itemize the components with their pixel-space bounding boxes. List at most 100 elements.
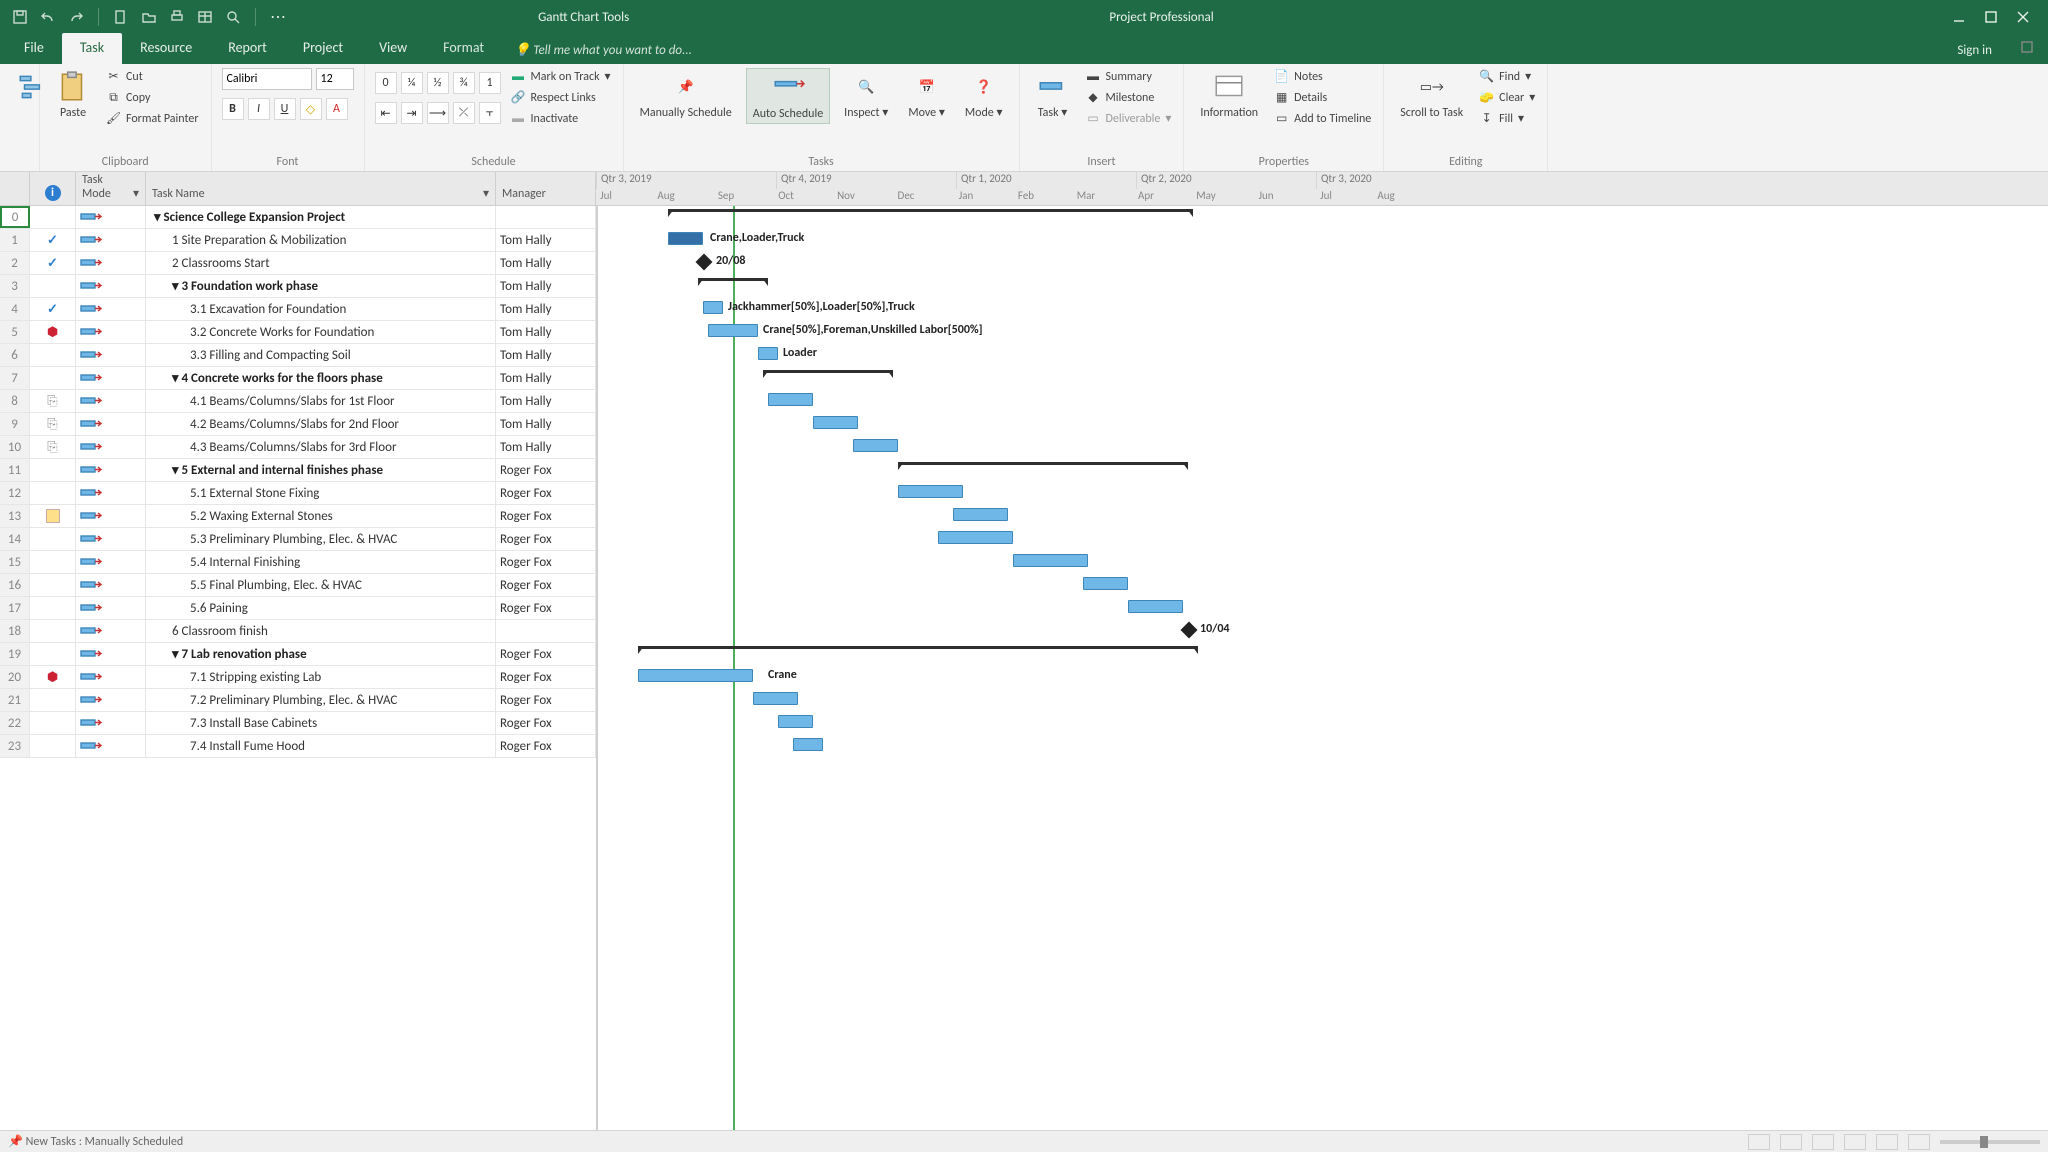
table-row[interactable]: 8⎘4.1 Beams/Columns/Slabs for 1st FloorT… [0,390,596,413]
task-bar[interactable] [898,485,963,498]
format-painter-button[interactable]: 🖌Format Painter [104,110,201,127]
task-bar[interactable] [703,301,723,314]
zoom-slider[interactable] [1940,1140,2040,1144]
summary-bar[interactable] [763,370,893,378]
view-usage-icon[interactable] [1780,1134,1802,1150]
task-bar[interactable] [793,738,823,751]
task-bar[interactable] [1013,554,1088,567]
bgcolor-button[interactable]: ◇ [300,98,322,120]
move-button[interactable]: 📅Move ▾ [902,68,951,122]
close-icon[interactable] [2016,10,2030,24]
pct25-button[interactable]: ¼ [401,72,423,94]
inspect-button[interactable]: 🔍Inspect ▾ [838,68,894,122]
unlink-tasks-button[interactable]: ⤫ [453,102,475,124]
table-row[interactable]: 227.3 Install Base CabinetsRoger Fox [0,712,596,735]
mode-header[interactable]: Task Mode ▾ [76,172,146,205]
task-bar[interactable] [668,232,703,245]
task-bar[interactable] [768,393,813,406]
table-row[interactable]: 175.6 PainingRoger Fox [0,597,596,620]
redo-icon[interactable] [68,9,84,25]
copy-button[interactable]: ⧉Copy [104,89,201,106]
outdent-button[interactable]: ⇤ [375,102,397,124]
mark-on-track-button[interactable]: ▬Mark on Track ▾ [509,68,613,85]
indent-button[interactable]: ⇥ [401,102,423,124]
table-row[interactable]: 4✓3.1 Excavation for FoundationTom Hally [0,298,596,321]
view-network-icon[interactable] [1812,1134,1834,1150]
link-tasks-button[interactable]: ⟶ [427,102,449,124]
table-row[interactable]: 2✓2 Classrooms StartTom Hally [0,252,596,275]
summary-bar[interactable] [698,278,768,286]
tab-view[interactable]: View [361,33,425,64]
sign-in-link[interactable]: Sign in [1943,37,2006,64]
mode-button[interactable]: ❓Mode ▾ [959,68,1009,122]
table-row[interactable]: 7▾ 4 Concrete works for the floors phase… [0,367,596,390]
new-icon[interactable] [113,9,129,25]
table-row[interactable]: 11▾ 5 External and internal finishes pha… [0,459,596,482]
table-row[interactable]: 237.4 Install Fume HoodRoger Fox [0,735,596,758]
tab-resource[interactable]: Resource [122,33,210,64]
minimize-icon[interactable] [1952,10,1966,24]
bold-button[interactable]: B [222,98,244,120]
table-row[interactable]: 186 Classroom finish [0,620,596,643]
notes-button[interactable]: 📄Notes [1272,68,1373,85]
gantt-chart[interactable]: Crane,Loader,Truck20/08Jackhammer[50%],L… [596,206,2048,1130]
task-bar[interactable] [813,416,858,429]
table-row[interactable]: 63.3 Filling and Compacting SoilTom Hall… [0,344,596,367]
paste-button[interactable]: Paste [50,68,96,122]
open-icon[interactable] [141,9,157,25]
maximize-icon[interactable] [1984,10,1998,24]
auto-schedule-button[interactable]: Auto Schedule [746,68,830,124]
task-bar[interactable] [758,347,778,360]
tab-report[interactable]: Report [210,33,285,64]
respect-links-button[interactable]: 🔗Respect Links [509,89,613,106]
view-gantt-icon[interactable] [1748,1134,1770,1150]
summary-bar[interactable] [668,209,1193,217]
task-bar[interactable] [1128,600,1183,613]
print-icon[interactable] [169,9,185,25]
view-resource-icon[interactable] [1876,1134,1898,1150]
clear-button[interactable]: 🧽Clear ▾ [1477,89,1537,106]
table-row[interactable]: 5⬢3.2 Concrete Works for FoundationTom H… [0,321,596,344]
task-bar[interactable] [778,715,813,728]
task-table[interactable]: 0▾ Science College Expansion Project1✓1 … [0,206,596,1130]
table-row[interactable]: 145.3 Preliminary Plumbing, Elec. & HVAC… [0,528,596,551]
name-header[interactable]: Task Name▾ [146,172,496,205]
insert-task-button[interactable]: Task ▾ [1030,68,1076,122]
table-row[interactable]: 20⬢7.1 Stripping existing LabRoger Fox [0,666,596,689]
task-bar[interactable] [753,692,798,705]
summary-bar[interactable] [898,462,1188,470]
inactivate-button[interactable]: ▬Inactivate [509,110,613,127]
table-row[interactable]: 1✓1 Site Preparation & MobilizationTom H… [0,229,596,252]
details-button[interactable]: ▦Details [1272,89,1373,106]
table-row[interactable]: 10⎘4.3 Beams/Columns/Slabs for 3rd Floor… [0,436,596,459]
fill-button[interactable]: ↧Fill ▾ [1477,110,1537,127]
task-bar[interactable] [1083,577,1128,590]
rownum-header[interactable] [0,172,30,205]
tab-task[interactable]: Task [62,33,122,64]
information-button[interactable]: Information [1194,68,1264,122]
font-name-input[interactable] [222,68,312,90]
undo-icon[interactable] [40,9,56,25]
table-row[interactable]: 125.1 External Stone FixingRoger Fox [0,482,596,505]
italic-button[interactable]: I [248,98,270,120]
table-row[interactable]: 19▾ 7 Lab renovation phaseRoger Fox [0,643,596,666]
table-row[interactable]: 217.2 Preliminary Plumbing, Elec. & HVAC… [0,689,596,712]
timeline-header[interactable]: Qtr 3, 2019Qtr 4, 2019Qtr 1, 2020Qtr 2, … [596,172,2048,205]
milestone-button[interactable]: ◆Milestone [1084,89,1174,106]
task-bar[interactable] [938,531,1013,544]
pct75-button[interactable]: ¾ [453,72,475,94]
ribbon-collapse-icon[interactable] [2006,34,2048,64]
cut-button[interactable]: ✂Cut [104,68,201,85]
font-size-input[interactable] [316,68,354,90]
underline-button[interactable]: U [274,98,296,120]
indicator-header[interactable]: i [30,172,76,205]
manually-schedule-button[interactable]: 📌Manually Schedule [634,68,738,122]
fontcolor-button[interactable]: A [326,98,348,120]
deliverable-button[interactable]: ▭Deliverable ▾ [1084,110,1174,127]
find-button[interactable]: 🔍Find ▾ [1477,68,1537,85]
summary-button[interactable]: ▬Summary [1084,68,1174,85]
table-row[interactable]: 9⎘4.2 Beams/Columns/Slabs for 2nd FloorT… [0,413,596,436]
table-row[interactable]: 155.4 Internal FinishingRoger Fox [0,551,596,574]
save-icon[interactable] [12,9,28,25]
summary-bar[interactable] [638,646,1198,654]
